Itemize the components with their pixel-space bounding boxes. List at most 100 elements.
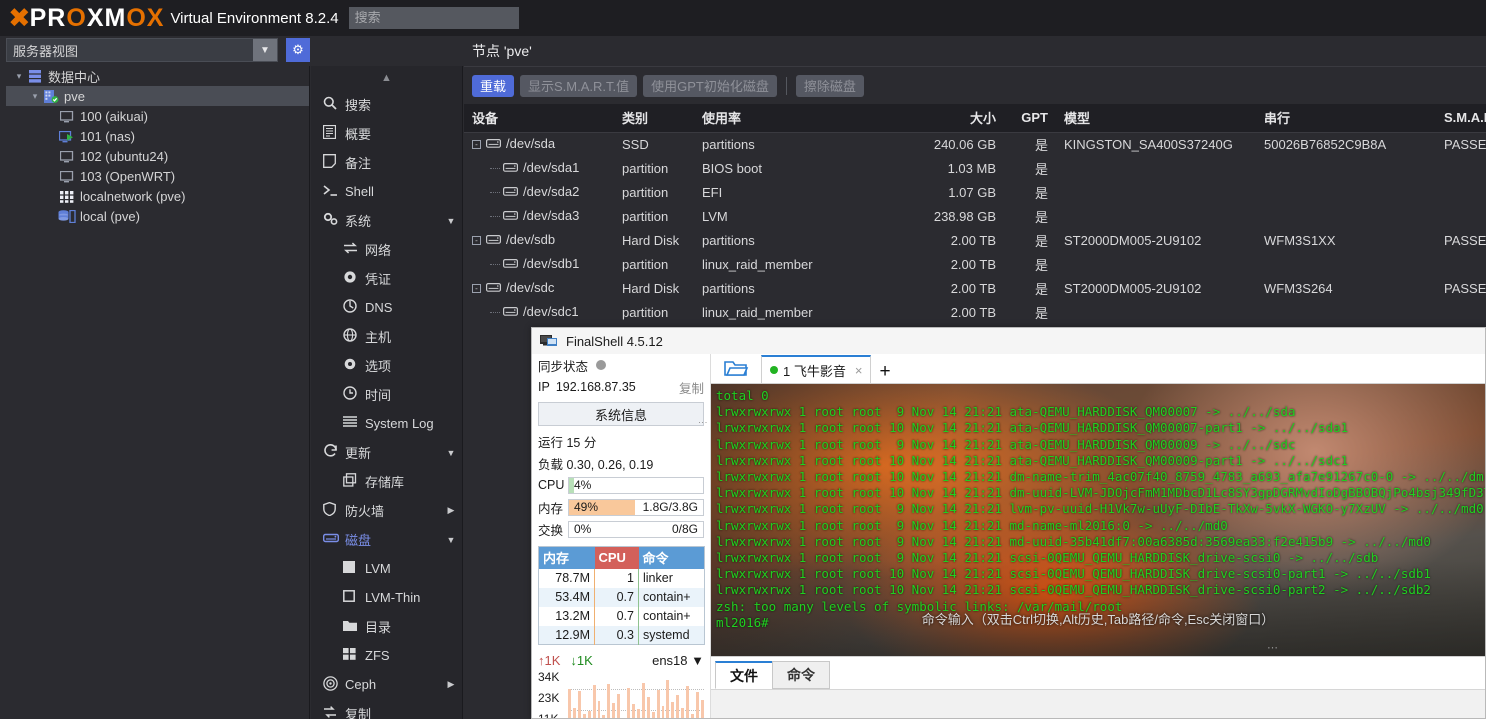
nav-item-17[interactable]: LVM-Thin (311, 583, 462, 612)
bottom-tab-1[interactable]: 命令 (772, 661, 830, 689)
nav-item-10[interactable]: 时间 (311, 380, 462, 409)
finalshell-window[interactable]: FinalShell 4.5.12 同步状态 IP 192.168.87.35 … (531, 327, 1486, 719)
tree-expander[interactable]: ▾ (28, 91, 42, 102)
tree-item-103[interactable]: 103 (OpenWRT) (6, 166, 309, 186)
network-interface-selector[interactable]: ens18 ▼ (652, 653, 704, 668)
nav-item-arrow-icon[interactable]: ▼ (440, 448, 462, 458)
disk-column-header-1[interactable]: 类别 (614, 104, 694, 133)
nav-item-arrow-icon[interactable]: ▼ (440, 216, 462, 226)
ip-row: IP 192.168.87.35 复制 (532, 376, 710, 398)
disk-column-header-6[interactable]: 串行 (1256, 104, 1436, 133)
bottom-tab-0[interactable]: 文件 (715, 661, 773, 689)
chevron-down-icon[interactable]: ▼ (253, 39, 277, 61)
row-expander[interactable]: - (472, 140, 481, 150)
table-row[interactable]: /dev/sdc1 partition linux_raid_member 2.00 … (464, 300, 1486, 324)
nav-item-7[interactable]: DNS (311, 293, 462, 322)
disk-column-header-7[interactable]: S.M.A.R.T. (1436, 104, 1486, 133)
device-label: /dev/sdc1 (523, 303, 579, 319)
meter-bar: 49% 1.8G/3.8G (568, 498, 704, 516)
new-session-plus-icon[interactable]: + (879, 362, 890, 383)
tree-item-102[interactable]: 102 (ubuntu24) (6, 146, 309, 166)
process-header-2[interactable]: 命令 (638, 546, 705, 569)
gear-icon[interactable]: ⚙ (286, 38, 310, 62)
nav-item-4[interactable]: 系统 ▼ (311, 206, 462, 235)
network-bar (627, 687, 630, 718)
terminal-resize-dots-icon[interactable]: ⋯ (1267, 641, 1280, 654)
table-row[interactable]: - /dev/sdc Hard Disk partitions 2.00 TB 是 ST20… (464, 276, 1486, 300)
tree-item-pve[interactable]: ▾ pve (6, 86, 309, 106)
nav-item-14[interactable]: 防火墙 ▶ (311, 496, 462, 525)
process-row[interactable]: 13.2M 0.7 contain+ (538, 606, 705, 626)
system-info-button[interactable]: 系统信息 (538, 402, 704, 426)
nav-collapse-chevron-up-icon[interactable]: ▲ (311, 66, 462, 90)
folder-open-icon[interactable] (711, 353, 761, 383)
toolbar-button-0[interactable]: 重载 (472, 74, 515, 97)
nav-item-18[interactable]: 目录 (311, 612, 462, 641)
tree-item-100[interactable]: 100 (aikuai) (6, 106, 309, 126)
row-expander[interactable]: - (472, 284, 481, 294)
copy-ip-button[interactable]: 复制 (679, 378, 704, 397)
cell-serial (1256, 204, 1436, 228)
disk-column-header-4[interactable]: GPT (1004, 104, 1056, 133)
process-row[interactable]: 53.4M 0.7 contain+ (538, 587, 705, 607)
close-icon[interactable]: × (855, 363, 863, 378)
toolbar-button-2[interactable]: 使用GPT初始化磁盘 (643, 74, 777, 97)
nav-item-arrow-icon[interactable]: ▶ (440, 679, 462, 690)
table-row[interactable]: - /dev/sda SSD partitions 240.06 GB 是 KINGSTON… (464, 132, 1486, 156)
table-row[interactable]: /dev/sda1 partition BIOS boot 1.03 MB 是 (464, 156, 1486, 180)
row-expander[interactable]: - (472, 236, 481, 246)
disk-column-header-5[interactable]: 模型 (1056, 104, 1256, 133)
cell-type: partition (622, 160, 669, 176)
replication-icon (323, 705, 345, 719)
process-row[interactable]: 12.9M 0.3 systemd (538, 625, 705, 645)
tree-item-local[interactable]: local (pve) (6, 206, 309, 226)
nav-item-3[interactable]: Shell (311, 177, 462, 206)
nav-item-15[interactable]: 磁盘 ▼ (311, 525, 462, 554)
finalshell-titlebar[interactable]: FinalShell 4.5.12 (532, 328, 1485, 354)
table-row[interactable]: - /dev/sdb Hard Disk partitions 2.00 TB 是 ST20… (464, 228, 1486, 252)
nav-item-0[interactable]: 搜索 (311, 90, 462, 119)
nav-item-1[interactable]: 概要 (311, 119, 462, 148)
panel-resize-handle[interactable]: ⋮ (698, 418, 708, 428)
nav-item-6[interactable]: 凭证 (311, 264, 462, 293)
nav-item-5[interactable]: 网络 (311, 235, 462, 264)
global-search-input[interactable] (348, 7, 519, 29)
table-row[interactable]: /dev/sdb1 partition linux_raid_member 2.00 … (464, 252, 1486, 276)
nav-item-21[interactable]: 复制 (311, 699, 462, 719)
process-cpu: 0.3 (594, 625, 639, 645)
tree-item-101[interactable]: 101 (nas) (6, 126, 309, 146)
view-selector[interactable]: 服务器视图 ▼ (6, 38, 278, 62)
disk-column-header-0[interactable]: 设备 (464, 104, 614, 133)
tree-expander[interactable]: ▾ (12, 71, 26, 82)
tree-item-localnetwork[interactable]: localnetwork (pve) (6, 186, 309, 206)
ceph-icon (323, 675, 345, 694)
network-bar (631, 704, 635, 718)
tree-item-数据中心[interactable]: ▾ 数据中心 (6, 66, 309, 86)
tree-line (490, 192, 500, 194)
terminal-output[interactable]: total 0 lrwxrwxrwx 1 root root 9 Nov 14 … (711, 384, 1485, 656)
process-row[interactable]: 78.7M 1 linker (538, 568, 705, 588)
view-selector-value: 服务器视图 (13, 43, 79, 59)
nav-item-19[interactable]: ZFS (311, 641, 462, 670)
toolbar-button-4[interactable]: 擦除磁盘 (795, 74, 864, 97)
nav-item-20[interactable]: Ceph ▶ (311, 670, 462, 699)
nav-item-13[interactable]: 存储库 (311, 467, 462, 496)
nav-item-16[interactable]: LVM (311, 554, 462, 583)
cell-gpt: 是 (1034, 257, 1048, 273)
session-tab[interactable]: 1 飞牛影音 × (761, 355, 872, 383)
nav-item-arrow-icon[interactable]: ▶ (440, 505, 462, 516)
nav-item-11[interactable]: System Log (311, 409, 462, 438)
nav-item-8[interactable]: 主机 (311, 322, 462, 351)
process-header-0[interactable]: 内存 (538, 546, 595, 569)
nav-item-2[interactable]: 备注 (311, 148, 462, 177)
nav-item-9[interactable]: 选项 (311, 351, 462, 380)
disk-column-header-3[interactable]: 大小 (894, 104, 1004, 133)
nav-item-12[interactable]: 更新 ▼ (311, 438, 462, 467)
toolbar-button-1[interactable]: 显示S.M.A.R.T.值 (520, 74, 638, 97)
disk-column-header-2[interactable]: 使用率 (694, 104, 894, 133)
table-row[interactable]: /dev/sda2 partition EFI 1.07 GB 是 (464, 180, 1486, 204)
process-header-1[interactable]: CPU (594, 546, 639, 569)
tree-line (490, 264, 500, 266)
nav-item-arrow-icon[interactable]: ▼ (440, 535, 462, 545)
table-row[interactable]: /dev/sda3 partition LVM 238.98 GB 是 (464, 204, 1486, 228)
